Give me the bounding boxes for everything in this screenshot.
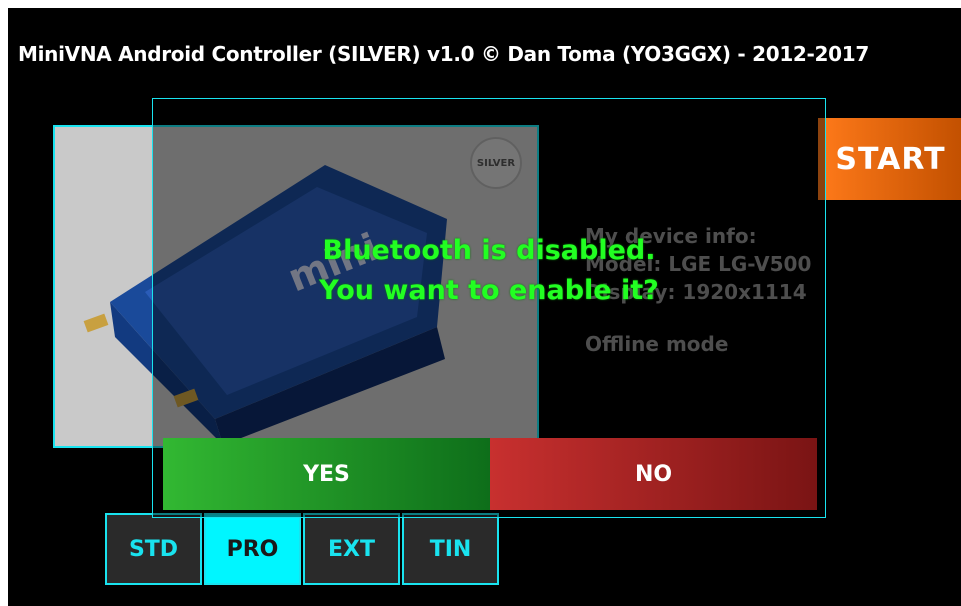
no-button[interactable]: NO <box>490 438 817 510</box>
tab-tin[interactable]: TIN <box>402 513 499 585</box>
tab-std[interactable]: STD <box>105 513 202 585</box>
dialog-buttons: YES NO <box>163 438 817 510</box>
app-title: MiniVNA Android Controller (SILVER) v1.0… <box>18 42 870 66</box>
app-screen: MiniVNA Android Controller (SILVER) v1.0… <box>8 8 961 606</box>
tab-pro[interactable]: PRO <box>204 513 301 585</box>
dialog-message: Bluetooth is disabled. You want to enabl… <box>153 231 825 311</box>
mode-tabs: STD PRO EXT TIN <box>105 513 499 585</box>
dialog-message-line-2: You want to enable it? <box>319 275 659 306</box>
bluetooth-dialog: Bluetooth is disabled. You want to enabl… <box>152 98 826 518</box>
dialog-message-line-1: Bluetooth is disabled. <box>322 235 656 266</box>
start-button[interactable]: START <box>818 118 961 200</box>
yes-button[interactable]: YES <box>163 438 490 510</box>
tab-ext[interactable]: EXT <box>303 513 400 585</box>
